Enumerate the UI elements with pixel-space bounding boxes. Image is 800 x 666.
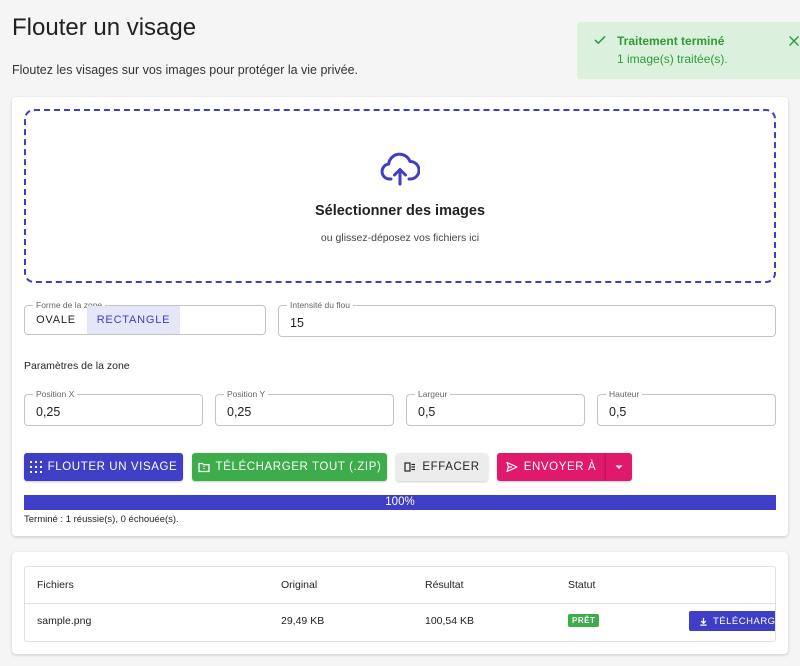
- download-file-button[interactable]: TÉLÉCHARGER: [689, 611, 776, 631]
- folder-zip-icon: [197, 462, 210, 473]
- page-title: Flouter un visage: [12, 14, 197, 41]
- progress-label: 100%: [385, 496, 415, 508]
- height-field[interactable]: Hauteur 0,5: [597, 389, 776, 426]
- zone-params-label: Paramètres de la zone: [24, 360, 130, 372]
- send-to-button[interactable]: ENVOYER À: [497, 453, 605, 481]
- position-x-legend: Position X: [33, 389, 78, 399]
- height-legend: Hauteur: [606, 389, 643, 399]
- send-icon: [506, 461, 518, 473]
- position-y-legend: Position Y: [224, 389, 269, 399]
- close-icon[interactable]: [787, 34, 800, 48]
- column-header-original: Original: [281, 579, 318, 591]
- clear-label: EFFACER: [422, 461, 480, 473]
- download-file-label: TÉLÉCHARGER: [713, 615, 776, 627]
- files-table: Fichiers Original Résultat Statut sample…: [24, 566, 776, 642]
- height-value: 0,5: [609, 405, 627, 419]
- column-header-files: Fichiers: [37, 579, 74, 591]
- zone-shape-toggle: Forme de la zone OVALE RECTANGLE: [24, 300, 266, 335]
- blur-face-label: FLOUTER UN VISAGE: [47, 461, 178, 473]
- download-zip-label: TÉLÉCHARGER TOUT (.ZIP): [215, 461, 382, 473]
- progress-bar: 100%: [24, 495, 776, 510]
- grid-icon: [29, 461, 42, 473]
- position-y-value: 0,25: [227, 405, 252, 419]
- status-text: Terminé : 1 réussie(s), 0 échouée(s).: [24, 514, 179, 525]
- width-field[interactable]: Largeur 0,5: [406, 389, 585, 426]
- position-y-field[interactable]: Position Y 0,25: [215, 389, 394, 426]
- status-badge: PRÊT: [568, 614, 600, 627]
- check-icon: [594, 36, 606, 44]
- send-to-label: ENVOYER À: [523, 461, 597, 473]
- success-toast: Traitement terminé 1 image(s) traitée(s)…: [577, 22, 800, 79]
- dropzone[interactable]: Sélectionner des images ou glissez-dépos…: [24, 109, 776, 283]
- upload-card: Sélectionner des images ou glissez-dépos…: [12, 97, 788, 536]
- position-x-value: 0,25: [36, 405, 61, 419]
- blur-intensity-value: 15: [290, 316, 304, 330]
- blur-intensity-legend: Intensité du flou: [287, 300, 354, 310]
- shape-option-ovale[interactable]: OVALE: [25, 306, 87, 334]
- position-x-field[interactable]: Position X 0,25: [24, 389, 203, 426]
- blur-intensity-field[interactable]: Intensité du flou 15: [278, 300, 776, 337]
- table-divider: [25, 603, 775, 604]
- column-header-status: Statut: [568, 579, 596, 591]
- file-result-size: 100,54 KB: [425, 615, 475, 627]
- file-name: sample.png: [37, 615, 92, 627]
- dropzone-subtitle: ou glissez-déposez vos fichiers ici: [320, 232, 480, 244]
- download-zip-button[interactable]: TÉLÉCHARGER TOUT (.ZIP): [192, 453, 387, 481]
- shape-option-rectangle[interactable]: RECTANGLE: [87, 306, 180, 334]
- clear-list-icon: [404, 462, 416, 472]
- send-to-dropdown-button[interactable]: [605, 453, 632, 481]
- page-subtitle: Floutez les visages sur vos images pour …: [12, 63, 358, 77]
- toast-message: 1 image(s) traitée(s).: [617, 52, 728, 66]
- toast-title: Traitement terminé: [617, 34, 725, 48]
- width-value: 0,5: [418, 405, 436, 419]
- blur-face-button[interactable]: FLOUTER UN VISAGE: [24, 453, 183, 481]
- dropzone-title: Sélectionner des images: [314, 203, 486, 219]
- caret-down-icon: [615, 465, 623, 469]
- cloud-upload-icon: [380, 152, 420, 186]
- column-header-result: Résultat: [425, 579, 464, 591]
- clear-button[interactable]: EFFACER: [396, 453, 488, 481]
- file-original-size: 29,49 KB: [281, 615, 325, 627]
- files-card: Fichiers Original Résultat Statut sample…: [12, 552, 788, 654]
- download-icon: [700, 617, 707, 626]
- width-legend: Largeur: [415, 389, 451, 399]
